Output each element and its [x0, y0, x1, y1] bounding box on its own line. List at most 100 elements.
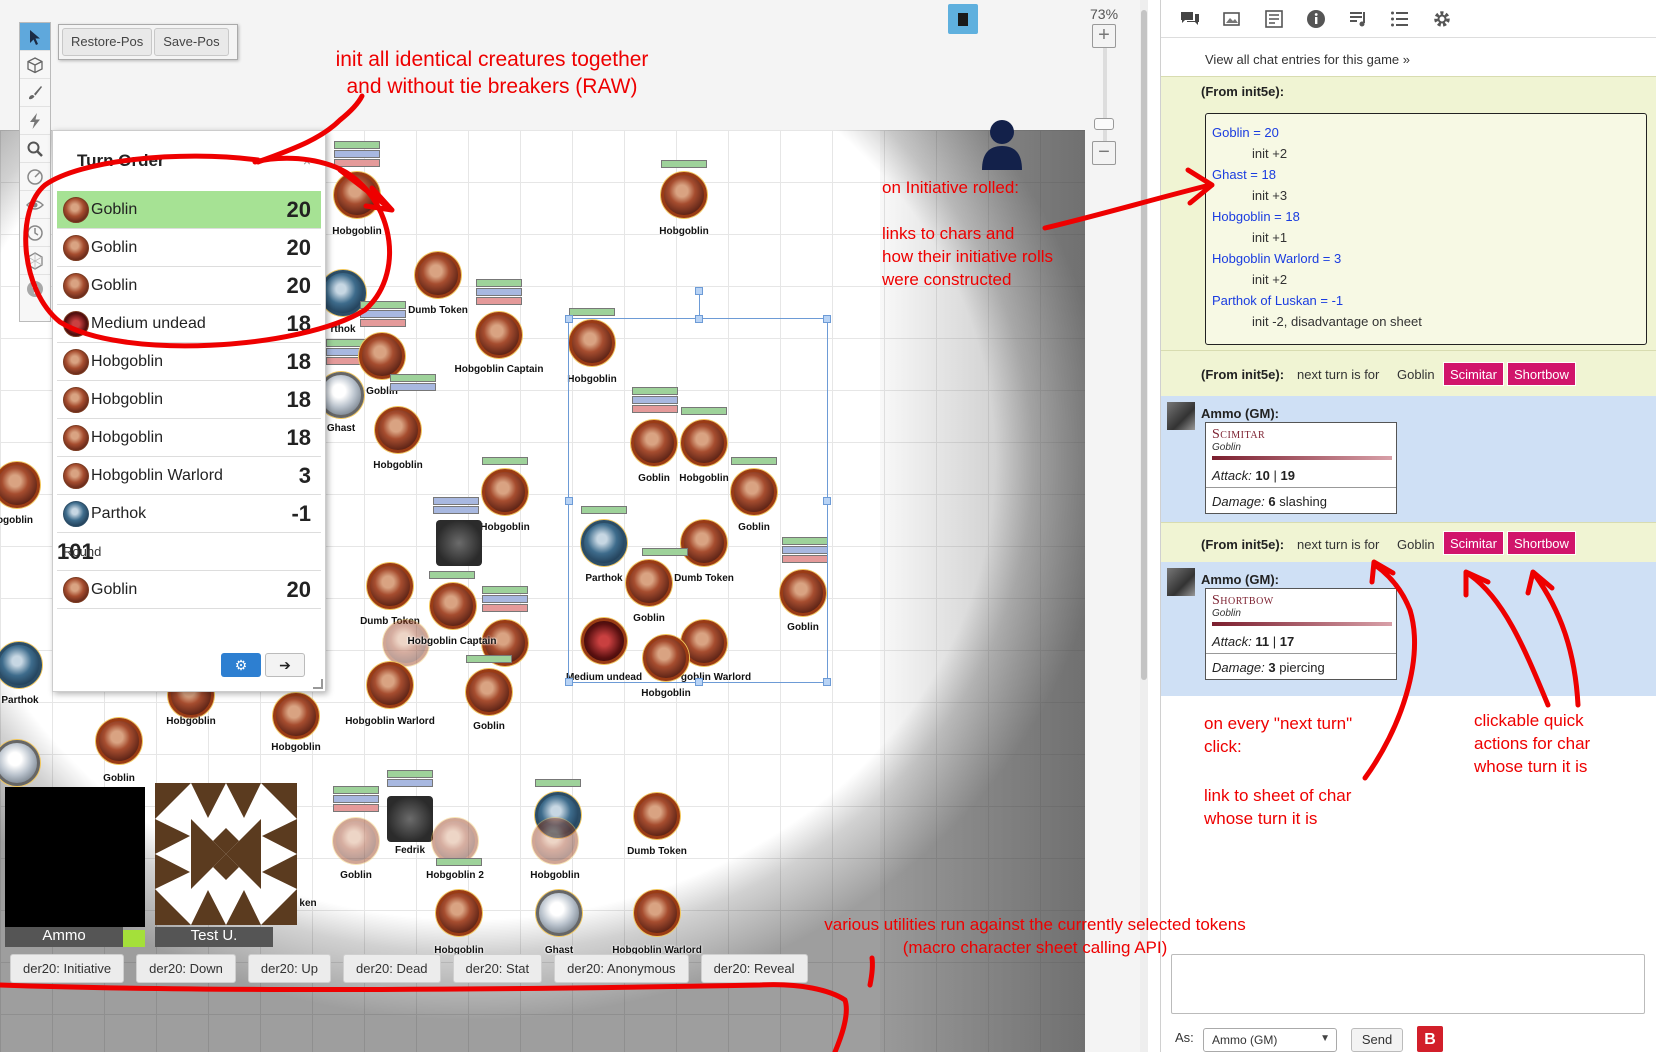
- selection-box[interactable]: [565, 287, 831, 686]
- speaking-as-select[interactable]: Ammo (GM) ▼: [1203, 1028, 1337, 1052]
- token-hobgoblin-captain[interactable]: [476, 312, 522, 358]
- selection-handle[interactable]: [565, 497, 573, 505]
- turn-order-row[interactable]: Hobgoblin Warlord 3: [57, 457, 321, 495]
- selection-handle[interactable]: [695, 315, 703, 323]
- player-portrait-ammo[interactable]: [5, 787, 145, 927]
- token-hobgoblin[interactable]: [375, 407, 421, 453]
- map-scrollbar[interactable]: [1140, 0, 1148, 1052]
- next-turn-character-link[interactable]: Goblin: [1397, 537, 1435, 552]
- dice-icon[interactable]: [20, 247, 50, 275]
- turn-order-row[interactable]: Medium undead 18: [57, 305, 321, 343]
- token-construct[interactable]: [436, 520, 482, 566]
- list-icon[interactable]: [1389, 8, 1411, 30]
- quick-action-scimitar-button[interactable]: Scimitar: [1443, 531, 1504, 555]
- turn-order-row[interactable]: Hobgoblin 18: [57, 381, 321, 419]
- zoom-slider-handle[interactable]: [1094, 118, 1114, 130]
- character-link[interactable]: Goblin = 20: [1212, 125, 1279, 140]
- ruler-icon[interactable]: [20, 163, 50, 191]
- selection-handle[interactable]: [823, 497, 831, 505]
- macro-stat-button[interactable]: der20: Stat: [452, 954, 543, 983]
- info-icon[interactable]: [1305, 8, 1327, 30]
- token-hobgoblin[interactable]: [482, 469, 528, 515]
- turn-order-row[interactable]: Goblin 20: [57, 571, 321, 609]
- magnifier-icon[interactable]: [20, 135, 50, 163]
- token-hobgoblin[interactable]: [661, 172, 707, 218]
- zoom-in-button[interactable]: +: [1092, 24, 1116, 48]
- settings-icon[interactable]: [1431, 8, 1453, 30]
- token-goblin[interactable]: [333, 818, 379, 864]
- turn-order-value[interactable]: 18: [287, 425, 311, 451]
- turn-order-value[interactable]: 20: [287, 235, 311, 261]
- page-toolbar-toggle[interactable]: [948, 4, 978, 34]
- selection-handle[interactable]: [823, 315, 831, 323]
- resize-grip-icon[interactable]: [313, 679, 323, 689]
- player-portrait-test[interactable]: [155, 783, 297, 925]
- selection-handle[interactable]: [565, 678, 573, 686]
- macro-down-button[interactable]: der20: Down: [136, 954, 236, 983]
- chat-input[interactable]: [1171, 954, 1645, 1014]
- turn-order-value[interactable]: 18: [287, 311, 311, 337]
- quick-action-scimitar-button[interactable]: Scimitar: [1443, 362, 1504, 386]
- token-goblin[interactable]: [359, 333, 405, 379]
- turn-order-value[interactable]: 3: [299, 463, 311, 489]
- next-turn-arrow-icon[interactable]: ➔: [265, 653, 305, 677]
- turn-order-row[interactable]: Hobgoblin 18: [57, 343, 321, 381]
- rotate-handle[interactable]: [695, 287, 703, 295]
- close-icon[interactable]: ×: [303, 153, 311, 169]
- turn-order-round-row[interactable]: Round 101: [57, 533, 321, 571]
- selection-handle[interactable]: [565, 315, 573, 323]
- help-icon[interactable]: ?: [20, 275, 50, 303]
- zoom-out-button[interactable]: −: [1092, 141, 1116, 165]
- select-icon[interactable]: [20, 23, 50, 51]
- next-turn-character-link[interactable]: Goblin: [1397, 367, 1435, 382]
- token-goblin[interactable]: [466, 669, 512, 715]
- quick-action-shortbow-button[interactable]: Shortbow: [1507, 362, 1576, 386]
- selection-handle[interactable]: [823, 678, 831, 686]
- macro-anonymous-button[interactable]: der20: Anonymous: [554, 954, 689, 983]
- token-dumb-token[interactable]: [367, 563, 413, 609]
- eye-icon[interactable]: [20, 191, 50, 219]
- brush-icon[interactable]: [20, 79, 50, 107]
- journal-icon[interactable]: [1263, 8, 1285, 30]
- b-logo-icon[interactable]: B: [1417, 1026, 1443, 1052]
- restore-pos-button[interactable]: Restore-Pos: [62, 28, 153, 56]
- map-canvas[interactable]: Hobgoblin Hobgoblin Dumb Token Hobgoblin…: [0, 0, 1148, 1052]
- turn-order-value[interactable]: -1: [291, 501, 311, 527]
- token-fedrik[interactable]: [387, 796, 433, 842]
- turn-order-value[interactable]: 20: [287, 577, 311, 603]
- send-button[interactable]: Send: [1351, 1028, 1403, 1052]
- turn-order-row[interactable]: Goblin 20: [57, 191, 321, 229]
- token-hobgoblin[interactable]: [334, 172, 380, 218]
- turn-order-row[interactable]: Hobgoblin 18: [57, 419, 321, 457]
- token-hobgoblin[interactable]: [273, 693, 319, 739]
- save-pos-button[interactable]: Save-Pos: [154, 28, 229, 56]
- token-hobgoblin-warlord[interactable]: [367, 662, 413, 708]
- token-goblin[interactable]: [96, 718, 142, 764]
- token-ghast[interactable]: [536, 890, 582, 936]
- turn-order-dialog[interactable]: Turn Order × Goblin 20 Goblin 20 Goblin 20 …: [52, 130, 326, 692]
- character-link[interactable]: Parthok of Luskan = -1: [1212, 293, 1343, 308]
- token-dumb-token[interactable]: [415, 252, 461, 298]
- view-all-chat-link[interactable]: View all chat entries for this game »: [1205, 52, 1410, 67]
- token-hobgoblin-warlord[interactable]: [634, 890, 680, 936]
- token-dumb-token[interactable]: [634, 793, 680, 839]
- token-hobgoblin[interactable]: [436, 890, 482, 936]
- turn-order-value[interactable]: 20: [287, 273, 311, 299]
- macro-initiative-button[interactable]: der20: Initiative: [10, 954, 125, 983]
- token-hobgoblin-captain[interactable]: [430, 583, 476, 629]
- selection-handle[interactable]: [695, 678, 703, 686]
- quick-action-shortbow-button[interactable]: Shortbow: [1507, 531, 1576, 555]
- macro-dead-button[interactable]: der20: Dead: [342, 954, 441, 983]
- lightning-icon[interactable]: [20, 107, 50, 135]
- turn-order-row[interactable]: Goblin 20: [57, 267, 321, 305]
- player-avatar-icon[interactable]: [980, 118, 1024, 170]
- character-link[interactable]: Hobgoblin = 18: [1212, 209, 1300, 224]
- cube-icon[interactable]: [20, 51, 50, 79]
- gear-icon[interactable]: ⚙: [221, 653, 261, 677]
- chat-bubble-icon[interactable]: [1179, 8, 1201, 30]
- macro-up-button[interactable]: der20: Up: [247, 954, 331, 983]
- turn-order-row[interactable]: Parthok -1: [57, 495, 321, 533]
- token-hobgoblin[interactable]: [532, 818, 578, 864]
- turn-order-row[interactable]: Goblin 20: [57, 229, 321, 267]
- scrollbar-thumb[interactable]: [1141, 10, 1147, 680]
